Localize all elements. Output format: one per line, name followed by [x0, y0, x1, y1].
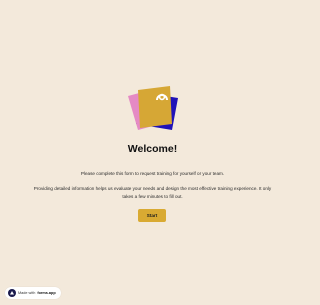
page-title: Welcome! — [127, 143, 178, 155]
badge-brand-text: forms.app — [37, 291, 56, 295]
description-text: Providing detailed information helps us … — [33, 186, 272, 199]
made-with-forms-app-badge[interactable]: Made with forms.app — [5, 287, 61, 299]
welcome-screen: Welcome! Please complete this form to re… — [0, 0, 305, 305]
forms-app-logo-icon — [8, 289, 16, 297]
intro-text: Please complete this form to request tra… — [80, 171, 225, 176]
gold-card — [138, 86, 172, 128]
badge-made-with-text: Made with — [18, 291, 36, 295]
start-button[interactable]: Start — [138, 209, 166, 222]
folder-stack-illustration — [128, 86, 178, 130]
